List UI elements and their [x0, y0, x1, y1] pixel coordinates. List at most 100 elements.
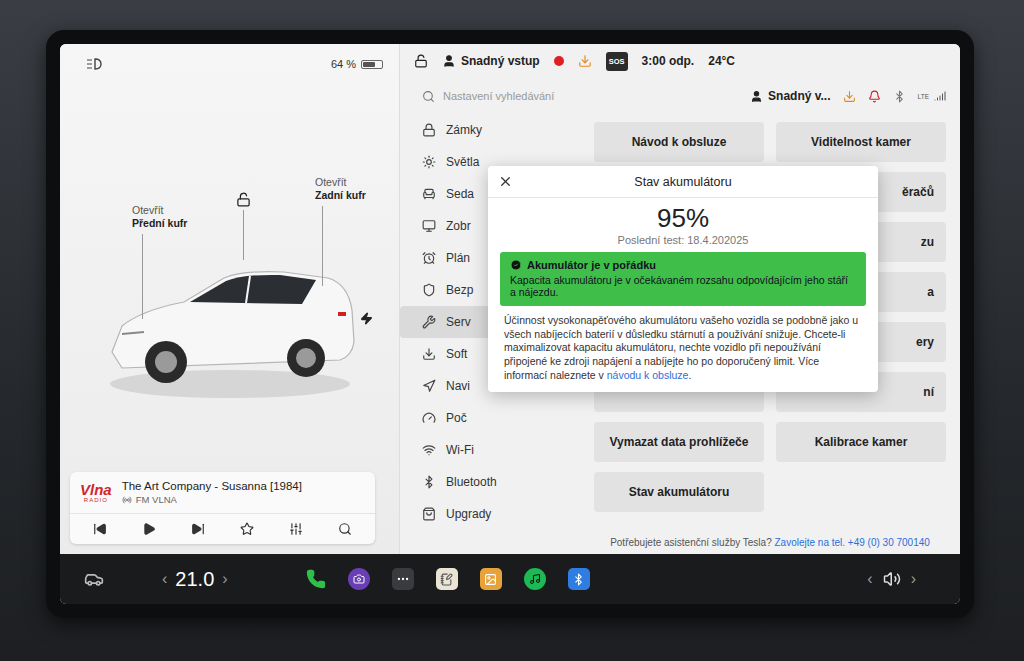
play-icon[interactable]	[142, 522, 156, 536]
sidebar-item-icon	[422, 123, 436, 137]
lock-leader	[243, 210, 244, 260]
media-info: VlnaRADIOThe Art Company - Susanna [1984…	[70, 472, 375, 514]
clock: 3:00 odp.	[642, 54, 695, 68]
display-bezel: 64 % OtevřítPřední kufr OtevřítZadní kufr V…	[46, 30, 974, 618]
favorite-icon[interactable]	[240, 522, 254, 536]
car-panel: 64 % OtevřítPřední kufr OtevřítZadní kufr V…	[60, 44, 400, 554]
profile-user-icon	[750, 90, 763, 103]
service-button[interactable]: Stav akumulátoru	[594, 472, 764, 512]
dialog-body: Účinnost vysokonapěťového akumulátoru va…	[488, 314, 878, 392]
bluetooth-status-icon[interactable]	[893, 90, 906, 103]
settings-panel: Snadný vstup SOS 3:00 odp. 24°C Nastavení vy…	[400, 44, 960, 554]
charging-bolt-icon[interactable]	[360, 312, 373, 325]
car-icon	[100, 234, 360, 414]
volume-icon[interactable]	[883, 570, 901, 588]
bluetooth-app[interactable]	[568, 568, 590, 590]
car-status-bar: 64 %	[60, 44, 399, 84]
profile-group: Snadný v...LTE	[750, 89, 946, 103]
notes-app[interactable]	[436, 568, 458, 590]
unlock-icon[interactable]	[414, 54, 428, 68]
manual-link[interactable]: návodu k obsluze	[607, 369, 689, 381]
sidebar-item-icon	[422, 251, 436, 265]
car-icon[interactable]	[84, 569, 104, 589]
settings-search[interactable]: Nastavení vyhledávání	[422, 90, 740, 103]
sidebar-item-icon	[422, 507, 436, 521]
search-icon	[422, 90, 435, 103]
temp-down-button[interactable]: ‹	[162, 570, 167, 588]
service-button[interactable]: Vymazat data prohlížeče	[594, 422, 764, 462]
lock-open-icon[interactable]	[236, 192, 251, 207]
lock-toggle[interactable]	[236, 192, 251, 207]
last-test-date: Poslední test: 18.4.202025	[488, 234, 878, 246]
outside-temperature: 24°C	[708, 54, 735, 68]
spotify-app[interactable]	[524, 568, 546, 590]
service-button[interactable]: Návod k obsluze	[594, 122, 764, 162]
search-row: Nastavení vyhledávání Snadný v...LTE	[400, 78, 960, 114]
status-text: Kapacita akumulátoru je v očekávaném roz…	[510, 274, 856, 299]
battery-indicator: 64 %	[331, 58, 383, 70]
volume-up-button[interactable]: ›	[911, 570, 916, 588]
sidebar-item[interactable]: Wi-Fi	[400, 434, 580, 466]
support-phone-link[interactable]: Zavolejte na tel. +49 (0) 30 700140	[774, 537, 929, 548]
notes-icon	[440, 573, 453, 586]
update-download-icon[interactable]	[578, 54, 592, 68]
app-tray	[306, 568, 590, 590]
battery-health-dialog: Stav akumulátoru95%Poslední test: 18.4.2…	[488, 166, 878, 392]
status-bar: Snadný vstup SOS 3:00 odp. 24°C	[400, 44, 960, 78]
user-icon	[442, 54, 456, 68]
climate-control: ‹ 21.0 ›	[162, 568, 228, 591]
sidebar-item-icon	[422, 443, 436, 457]
service-button[interactable]: Kalibrace kamer	[776, 422, 946, 462]
sidebar-item[interactable]: Bluetooth	[400, 466, 580, 498]
charge-port[interactable]	[360, 312, 373, 325]
bluetooth-icon	[572, 573, 585, 586]
media-search-icon[interactable]	[338, 522, 352, 536]
driver-profile[interactable]: Snadný vstup	[442, 54, 540, 68]
next-icon[interactable]	[191, 522, 205, 536]
equalizer-icon[interactable]	[289, 522, 303, 536]
previous-icon[interactable]	[93, 522, 107, 536]
dashcam-record-dot[interactable]	[554, 56, 564, 66]
cabin-temperature[interactable]: 21.0	[175, 568, 214, 591]
main-area: 64 % OtevřítPřední kufr OtevřítZadní kufr V…	[60, 44, 960, 554]
gallery-icon	[484, 573, 497, 586]
close-icon[interactable]	[498, 174, 513, 189]
volume-control: ‹›	[867, 570, 916, 588]
volume-down-button[interactable]: ‹	[867, 570, 872, 588]
status-banner: Akumulátor je v pořádkuKapacita akumulát…	[500, 252, 866, 306]
camera-app[interactable]	[348, 568, 370, 590]
more-icon	[396, 572, 410, 586]
dialog-header: Stav akumulátoru	[488, 166, 878, 198]
trunk-leader	[322, 206, 323, 286]
headlight-icon[interactable]	[86, 57, 104, 71]
sidebar-item[interactable]: Zámky	[400, 114, 580, 146]
signal-icon	[934, 90, 946, 102]
bottom-bar: ‹21.0›‹›	[60, 554, 960, 604]
sos-button[interactable]: SOS	[606, 52, 628, 71]
gallery-app[interactable]	[480, 568, 502, 590]
frunk-leader	[142, 234, 143, 319]
radio-icon	[122, 495, 132, 505]
phone-icon[interactable]	[306, 569, 326, 589]
trunk-button[interactable]: OtevřítZadní kufr	[315, 176, 366, 202]
service-button[interactable]: Viditelnost kamer	[776, 122, 946, 162]
download-icon[interactable]	[843, 90, 856, 103]
frunk-button[interactable]: OtevřítPřední kufr	[132, 204, 187, 230]
spotify-icon	[529, 573, 541, 585]
sidebar-item[interactable]: Poč	[400, 402, 580, 434]
track-title: The Art Company - Susanna [1984]	[122, 480, 302, 492]
sidebar-item-icon	[422, 315, 436, 329]
battery-fill	[363, 62, 375, 67]
page: 64 % OtevřítPřední kufr OtevřítZadní kufr V…	[0, 0, 1024, 661]
profile-button[interactable]: Snadný v...	[750, 89, 830, 103]
more-apps[interactable]	[392, 568, 414, 590]
sidebar-item-icon	[422, 347, 436, 361]
sidebar-item-icon	[422, 187, 436, 201]
sidebar-item-icon	[422, 219, 436, 233]
notification-bell-icon[interactable]	[868, 90, 881, 103]
sidebar-item[interactable]: Upgrady	[400, 498, 580, 530]
temp-up-button[interactable]: ›	[222, 570, 227, 588]
battery-health-value: 95%	[488, 198, 878, 234]
media-controls	[70, 514, 375, 544]
close-button[interactable]	[498, 174, 513, 189]
